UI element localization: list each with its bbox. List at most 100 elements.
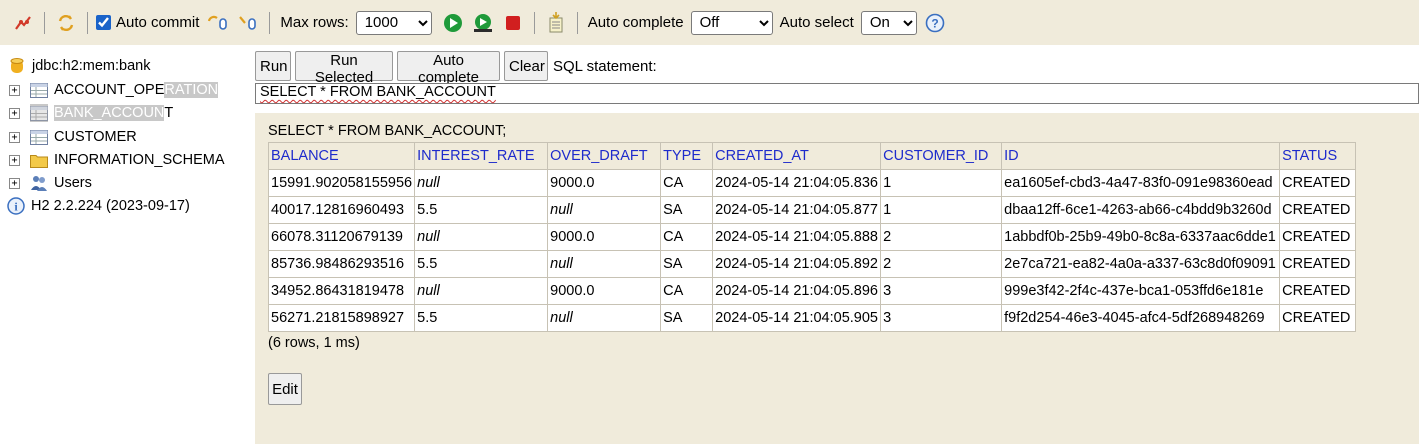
disconnect-icon[interactable] xyxy=(11,11,35,35)
table-icon xyxy=(30,104,48,122)
table-cell: 66078.31120679139 xyxy=(267,223,416,251)
table-cell: 3 xyxy=(880,304,1003,332)
table-cell: null xyxy=(547,196,662,224)
column-header-over-draft[interactable]: OVER_DRAFT xyxy=(547,142,662,170)
table-cell: 1abbdf0b-25b9-49b0-8c8a-6337aac6dde1 xyxy=(1001,223,1281,251)
table-cell: 2 xyxy=(880,250,1003,278)
tree-item-customer[interactable]: + CUSTOMER xyxy=(0,126,137,148)
table-cell: 34952.86431819478 xyxy=(267,277,416,305)
column-header-interest-rate[interactable]: INTEREST_RATE xyxy=(414,142,549,170)
database-icon xyxy=(8,57,26,75)
table-cell: CREATED xyxy=(1279,196,1357,224)
clear-button[interactable]: Clear xyxy=(504,51,548,81)
toolbar-separator xyxy=(576,11,578,34)
table-cell: 9000.0 xyxy=(547,223,662,251)
executed-statement: SELECT * FROM BANK_ACCOUNT; xyxy=(268,123,507,139)
table-cell: CREATED xyxy=(1279,304,1357,332)
tree-item-label: ACCOUNT_OPE xyxy=(54,82,165,98)
stop-icon[interactable] xyxy=(501,11,525,35)
table-cell: CA xyxy=(660,169,714,197)
tree-item-users[interactable]: + Users xyxy=(0,172,92,194)
table-cell: 85736.98486293516 xyxy=(267,250,416,278)
result-panel: SELECT * FROM BANK_ACCOUNT; BALANCE INTER… xyxy=(255,113,1419,444)
table-header-row: BALANCE INTEREST_RATE OVER_DRAFT TYPE CREATE… xyxy=(267,142,1357,170)
table-cell: 3 xyxy=(880,277,1003,305)
table-cell: 2024-05-14 21:04:05.836 xyxy=(712,169,882,197)
column-header-balance[interactable]: BALANCE xyxy=(267,142,416,170)
sql-editor[interactable]: SELECT * FROM BANK_ACCOUNT xyxy=(255,83,1419,104)
tree-item-label-selected: RATION xyxy=(164,82,219,98)
table-cell: CREATED xyxy=(1279,169,1357,197)
rollback-icon[interactable] xyxy=(236,11,260,35)
run-selected-icon[interactable] xyxy=(471,11,495,35)
sql-text: SELECT * FROM BANK_ACCOUNT xyxy=(260,84,496,100)
table-cell: f9f2d254-46e3-4045-afc4-5df268948269 xyxy=(1001,304,1281,332)
table-cell: CA xyxy=(660,223,714,251)
max-rows-label: Max rows: xyxy=(280,14,349,31)
sql-statement-label: SQL statement: xyxy=(553,58,657,75)
max-rows-select[interactable]: 1000 xyxy=(355,10,432,35)
table-cell: null xyxy=(414,223,549,251)
tree-item-bank-account[interactable]: + BANK_ACCOUN T xyxy=(0,102,173,124)
table-cell: 5.5 xyxy=(414,304,549,332)
table-cell: SA xyxy=(660,250,714,278)
table-cell: CREATED xyxy=(1279,223,1357,251)
table-cell: 5.5 xyxy=(414,250,549,278)
auto-commit-checkbox[interactable] xyxy=(96,15,111,30)
expand-icon[interactable]: + xyxy=(9,154,20,166)
history-icon[interactable] xyxy=(544,11,568,35)
toolbar-separator xyxy=(533,11,535,34)
column-header-customer-id[interactable]: CUSTOMER_ID xyxy=(880,142,1003,170)
table-cell: 1 xyxy=(880,196,1003,224)
svg-text:?: ? xyxy=(931,16,938,30)
toolbar-separator xyxy=(44,11,45,34)
column-header-type[interactable]: TYPE xyxy=(660,142,714,170)
auto-select-select[interactable]: On xyxy=(860,10,917,35)
table-cell: 9000.0 xyxy=(547,277,662,305)
info-icon: i xyxy=(7,197,25,215)
table-row: 56271.21815898927 5.5 null SA 2024-05-14 21:… xyxy=(267,304,1357,332)
column-header-id[interactable]: ID xyxy=(1001,142,1281,170)
auto-complete-button[interactable]: Auto complete xyxy=(397,51,500,86)
help-icon[interactable]: ? xyxy=(923,11,947,35)
table-cell: null xyxy=(414,169,549,197)
table-cell: null xyxy=(547,250,662,278)
edit-button[interactable]: Edit xyxy=(268,373,302,405)
tree-item-label: T xyxy=(164,105,174,121)
users-icon xyxy=(30,174,48,192)
tree-connection[interactable]: jdbc:h2:mem:bank xyxy=(8,55,150,77)
run-icon[interactable] xyxy=(441,11,465,35)
tree-item-account-operation[interactable]: + ACCOUNT_OPE RATION xyxy=(0,79,219,101)
expand-icon[interactable]: + xyxy=(9,107,20,119)
expand-icon[interactable]: + xyxy=(9,177,20,189)
table-cell: 2e7ca721-ea82-4a0a-a337-63c8d0f09091 xyxy=(1001,250,1281,278)
commit-icon[interactable] xyxy=(206,11,230,35)
toolbar-separator xyxy=(269,11,271,34)
table-cell: null xyxy=(547,304,662,332)
column-header-created-at[interactable]: CREATED_AT xyxy=(712,142,882,170)
table-cell: 9000.0 xyxy=(547,169,662,197)
version-text: H2 2.2.224 (2023-09-17) xyxy=(31,198,190,214)
result-table: BALANCE INTEREST_RATE OVER_DRAFT TYPE CREATE… xyxy=(267,142,1357,332)
expand-icon[interactable]: + xyxy=(9,131,20,143)
toolbar: Auto commit Max rows: 1000 Auto complete… xyxy=(0,0,1419,45)
table-row: 15991.902058155956 null 9000.0 CA 2024-05-14… xyxy=(267,169,1357,197)
refresh-icon[interactable] xyxy=(54,11,78,35)
auto-commit-label: Auto commit xyxy=(116,14,200,31)
table-cell: dbaa12ff-6ce1-4263-ab66-c4bdd9b3260d xyxy=(1001,196,1281,224)
run-button[interactable]: Run xyxy=(255,51,291,81)
column-header-status[interactable]: STATUS xyxy=(1279,142,1357,170)
run-selected-button[interactable]: Run Selected xyxy=(295,51,393,86)
table-cell: 5.5 xyxy=(414,196,549,224)
auto-complete-select[interactable]: Off xyxy=(690,10,773,35)
table-cell: 1 xyxy=(880,169,1003,197)
toolbar-separator xyxy=(87,11,88,34)
tree-item-label: Users xyxy=(54,175,92,191)
table-icon xyxy=(30,128,48,146)
table-cell: null xyxy=(414,277,549,305)
tree-item-label: CUSTOMER xyxy=(54,129,137,145)
table-row: 40017.12816960493 5.5 null SA 2024-05-14 21:… xyxy=(267,196,1357,224)
expand-icon[interactable]: + xyxy=(9,84,20,96)
table-cell: CREATED xyxy=(1279,277,1357,305)
tree-item-information-schema[interactable]: + INFORMATION_SCHEMA xyxy=(0,149,225,171)
